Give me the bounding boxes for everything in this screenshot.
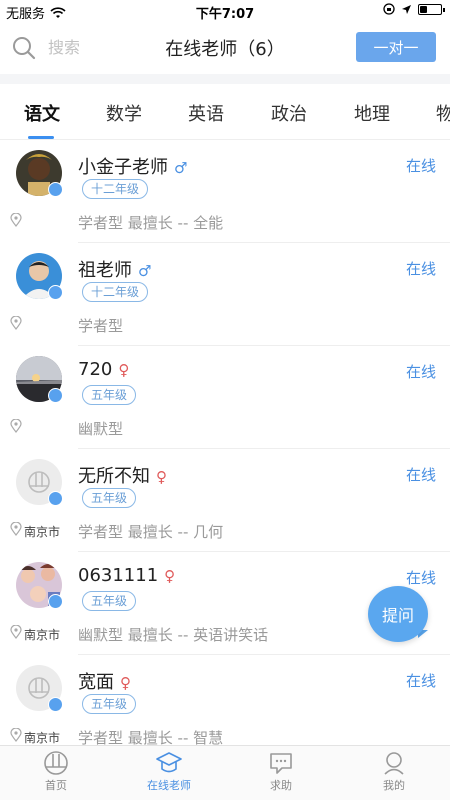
- nav-profile-label: 我的: [383, 779, 405, 792]
- top-header: 在线老师（6） 一对一: [0, 22, 450, 74]
- grade-badge: 十二年级: [82, 179, 149, 199]
- city-label: 南京市: [24, 628, 61, 642]
- teacher-name-text: 720: [78, 359, 113, 380]
- teacher-description: 幽默型: [78, 420, 124, 438]
- tab-physics[interactable]: 物: [436, 100, 450, 126]
- tab-geography[interactable]: 地理: [354, 100, 390, 126]
- male-icon: ♂: [174, 159, 188, 177]
- female-icon: ♀: [164, 567, 176, 585]
- verified-badge-icon: [48, 697, 63, 712]
- teacher-name-text: 小金子老师: [78, 157, 168, 178]
- subject-tabs: 语文 数学 英语 政治 地理 物: [0, 84, 450, 140]
- male-icon: ♂: [138, 262, 152, 280]
- nav-home[interactable]: 首页: [11, 750, 101, 793]
- location-pin-icon: [10, 728, 22, 742]
- header-divider: [0, 74, 450, 84]
- grade-badge: 五年级: [82, 385, 137, 405]
- teacher-row[interactable]: 祖老师 ♂ 十二年级 在线 学者型: [0, 243, 450, 346]
- help-chat-icon: [270, 753, 292, 774]
- bottom-nav: 首页 在线老师 求助 我的: [0, 745, 450, 800]
- teacher-name: 720 ♀: [78, 359, 129, 380]
- online-status: 在线: [405, 363, 436, 381]
- tab-english[interactable]: 英语: [188, 100, 224, 126]
- nav-help[interactable]: 求助: [236, 750, 326, 793]
- online-status: 在线: [405, 260, 436, 278]
- female-icon: ♀: [120, 674, 131, 692]
- online-status: 在线: [405, 569, 436, 587]
- battery-level: [420, 5, 427, 13]
- verified-badge-icon: [48, 388, 63, 403]
- teacher-name: 0631111 ♀: [78, 565, 175, 586]
- teacher-description: 幽默型 最擅长 -- 英语讲笑话: [78, 626, 269, 644]
- orientation-lock-icon: [383, 3, 395, 15]
- grade-badge: 五年级: [82, 591, 137, 611]
- ask-question-button[interactable]: 提问: [368, 586, 428, 642]
- search-input[interactable]: [48, 34, 138, 60]
- location-pin-icon: [10, 625, 22, 639]
- active-tab-indicator: [28, 136, 54, 139]
- location-pin-icon: [10, 213, 22, 227]
- location-arrow-icon: [402, 4, 411, 14]
- teacher-name-text: 祖老师: [78, 260, 132, 281]
- teacher-name: 小金子老师 ♂: [78, 153, 187, 179]
- verified-badge-icon: [48, 285, 63, 300]
- teacher-description: 学者型 最擅长 -- 几何: [78, 523, 224, 541]
- one-on-one-button[interactable]: 一对一: [356, 32, 436, 62]
- verified-badge-icon: [48, 594, 63, 609]
- nav-help-label: 求助: [270, 779, 292, 792]
- teacher-row[interactable]: 宽面 ♀ 五年级 在线 南京市 学者型 最擅长 -- 智慧: [0, 655, 450, 758]
- battery-icon: [418, 3, 445, 15]
- teacher-name: 祖老师 ♂: [78, 256, 151, 282]
- online-status: 在线: [405, 157, 436, 175]
- teacher-name-text: 0631111: [78, 565, 159, 586]
- grade-badge: 五年级: [82, 694, 137, 714]
- grade-badge: 十二年级: [82, 282, 149, 302]
- home-icon: [44, 751, 68, 775]
- grade-badge: 五年级: [82, 488, 137, 508]
- teacher-description: 学者型: [78, 317, 124, 335]
- city-label: 南京市: [24, 731, 61, 745]
- female-icon: ♀: [118, 361, 130, 379]
- teacher-name: 宽面 ♀: [78, 668, 131, 694]
- teacher-name: 无所不知 ♀: [78, 462, 167, 488]
- nav-home-label: 首页: [45, 779, 67, 792]
- teacher-description: 学者型 最擅长 -- 全能: [78, 214, 224, 232]
- online-status: 在线: [405, 466, 436, 484]
- teacher-cap-icon: [156, 752, 182, 773]
- verified-badge-icon: [48, 182, 63, 197]
- verified-badge-icon: [48, 491, 63, 506]
- status-bar: 无服务 下午7:07: [0, 0, 450, 22]
- teacher-row[interactable]: 小金子老师 ♂ 十二年级 在线 学者型 最擅长 -- 全能: [0, 140, 450, 243]
- tab-politics[interactable]: 政治: [271, 100, 307, 126]
- location-pin-icon: [10, 316, 22, 330]
- online-status: 在线: [405, 672, 436, 690]
- nav-online-teachers-label: 在线老师: [147, 779, 191, 792]
- location-pin-icon: [10, 419, 22, 433]
- page-title: 在线老师（6）: [165, 39, 285, 60]
- teacher-row[interactable]: 无所不知 ♀ 五年级 在线 南京市 学者型 最擅长 -- 几何: [0, 449, 450, 552]
- status-right: [383, 3, 445, 15]
- location-pin-icon: [10, 522, 22, 536]
- nav-online-teachers[interactable]: 在线老师: [124, 750, 214, 793]
- nav-profile[interactable]: 我的: [349, 750, 439, 793]
- tab-chinese[interactable]: 语文: [24, 100, 60, 126]
- teacher-name-text: 无所不知: [78, 466, 150, 487]
- teacher-name-text: 宽面: [78, 672, 114, 693]
- city-label: 南京市: [24, 525, 61, 539]
- female-icon: ♀: [156, 468, 167, 486]
- teacher-row[interactable]: 720 ♀ 五年级 在线 幽默型: [0, 346, 450, 449]
- profile-icon: [384, 752, 404, 775]
- tab-math[interactable]: 数学: [106, 100, 142, 126]
- search-icon[interactable]: [12, 36, 36, 60]
